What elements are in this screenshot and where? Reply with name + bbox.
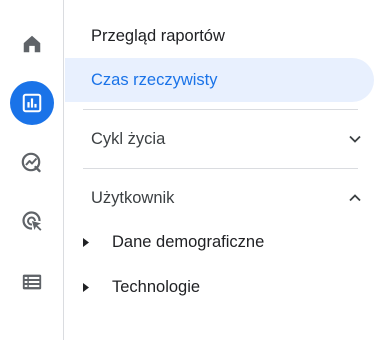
reports-button[interactable] <box>10 81 54 125</box>
explore-button[interactable] <box>10 140 54 184</box>
explore-icon <box>21 152 41 173</box>
sub-item-technology[interactable]: Technologie <box>65 267 382 307</box>
sub-item-technology-label: Technologie <box>112 277 201 296</box>
section-user-label: Użytkownik <box>91 188 175 207</box>
sub-item-demographics[interactable]: Dane demograficzne <box>65 222 382 262</box>
section-user[interactable]: Użytkownik <box>65 176 382 220</box>
home-button[interactable] <box>10 22 54 66</box>
reports-nav-panel: Przegląd raportów Czas rzeczywisty Cykl … <box>65 0 382 340</box>
section-lifecycle[interactable]: Cykl życia <box>65 117 382 161</box>
divider <box>83 168 358 169</box>
section-lifecycle-label: Cykl życia <box>91 129 166 148</box>
chevron-up-icon <box>349 194 361 202</box>
expand-arrow-icon <box>83 238 89 247</box>
advertising-icon <box>22 211 42 231</box>
left-nav-rail <box>0 0 64 340</box>
sub-item-demographics-label: Dane demograficzne <box>112 232 265 251</box>
list-icon <box>22 274 42 290</box>
reports-overview-label: Przegląd raportów <box>91 26 225 45</box>
expand-arrow-icon <box>83 283 89 292</box>
realtime-label: Czas rzeczywisty <box>91 70 218 89</box>
realtime-link[interactable]: Czas rzeczywisty <box>65 58 374 102</box>
advertising-button[interactable] <box>10 199 54 243</box>
reports-icon <box>22 93 42 113</box>
divider <box>83 109 358 110</box>
home-icon <box>23 35 41 53</box>
chevron-down-icon <box>349 135 361 143</box>
reports-overview-link[interactable]: Przegląd raportów <box>65 14 365 58</box>
configure-button[interactable] <box>10 260 54 304</box>
